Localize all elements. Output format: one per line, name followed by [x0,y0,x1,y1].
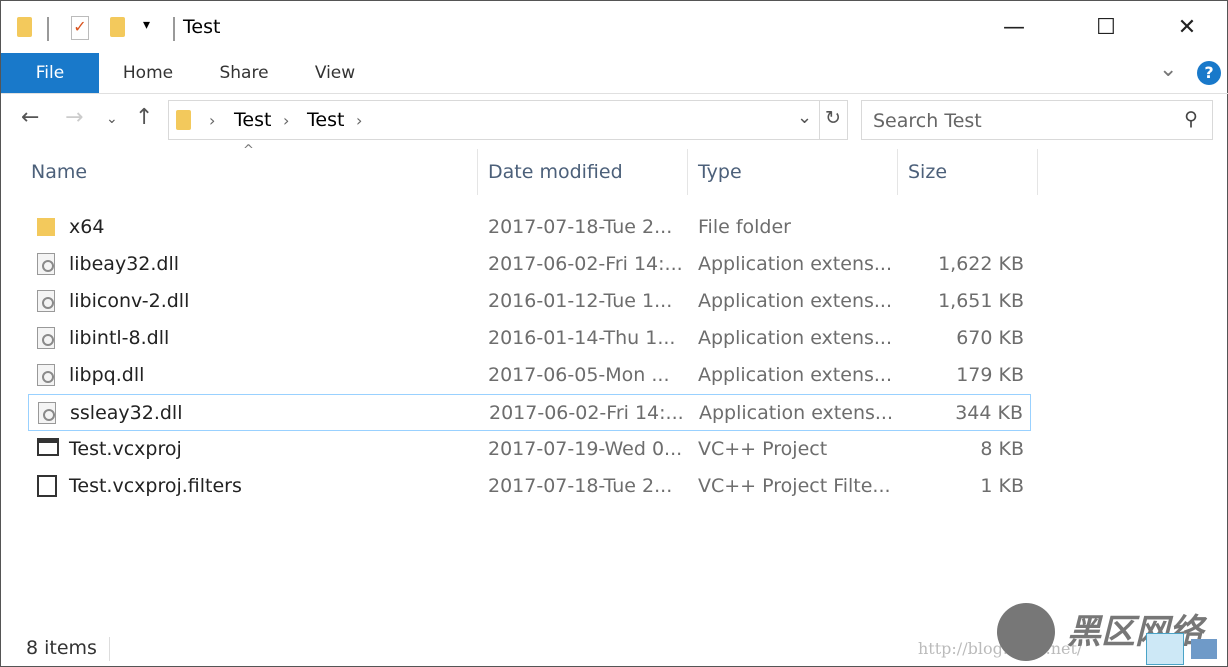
minimize-button[interactable]: — [991,11,1037,45]
file-size: 670 KB [956,327,1024,349]
file-date: 2017-06-02-Fri 14:... [489,402,684,424]
tab-share[interactable]: Share [209,53,279,93]
close-button[interactable]: ✕ [1164,11,1210,45]
file-date: 2017-06-05-Mon ... [488,364,670,386]
customize-toolbar-dropdown[interactable]: ▾ [143,17,150,33]
breadcrumb-chevron[interactable]: › [209,111,215,130]
file-size: 1 KB [980,475,1024,497]
file-type: Application extens... [699,402,893,424]
breadcrumb-chevron[interactable]: › [283,111,289,130]
breadcrumb-test[interactable]: Test [234,109,271,131]
status-item-count: 8 items [26,637,97,659]
file-date: 2017-06-02-Fri 14:... [488,253,683,275]
file-row[interactable]: libpq.dll 2017-06-05-Mon ... Application e… [28,357,1031,394]
details-view-button[interactable] [1146,633,1184,665]
help-icon[interactable]: ? [1197,61,1221,85]
search-icon[interactable]: ⚲ [1184,108,1198,130]
file-date: 2017-07-18-Tue 2... [488,475,673,497]
dll-icon [37,253,55,275]
tab-file[interactable]: File [1,53,99,93]
column-header-date[interactable]: Date modified [488,161,623,183]
file-row[interactable]: ssleay32.dll 2017-06-02-Fri 14:... Applica… [28,394,1031,431]
file-name: Test.vcxproj.filters [69,475,242,497]
file-size: 179 KB [956,364,1024,386]
forward-button[interactable]: → [65,105,83,130]
filters-icon [37,475,57,497]
dll-icon [37,364,55,386]
breadcrumb-chevron[interactable]: › [356,111,362,130]
column-header-type[interactable]: Type [698,161,742,183]
divider [109,637,110,661]
file-size: 344 KB [955,402,1023,424]
column-divider[interactable] [897,149,898,195]
properties-icon[interactable]: ✓ [71,16,89,40]
file-date: 2016-01-14-Thu 1... [488,327,676,349]
file-row[interactable]: Test.vcxproj 2017-07-19-Wed 0... VC++ Proj… [28,431,1031,468]
file-date: 2017-07-19-Wed 0... [488,438,683,460]
refresh-button[interactable]: ↻ [825,107,841,129]
file-type: Application extens... [698,253,892,275]
file-size: 1,651 KB [938,290,1024,312]
file-type: Application extens... [698,327,892,349]
divider [47,17,49,41]
sort-ascending-icon: ^ [243,143,254,158]
file-row[interactable]: x64 2017-07-18-Tue 2... File folder [28,209,1031,246]
up-button[interactable]: ↑ [135,105,153,130]
column-header-name[interactable]: Name [31,161,87,183]
folder-icon [176,110,191,130]
dll-icon [37,327,55,349]
file-date: 2016-01-12-Tue 1... [488,290,673,312]
column-divider[interactable] [1037,149,1038,195]
file-row[interactable]: libiconv-2.dll 2016-01-12-Tue 1... Applica… [28,283,1031,320]
divider [819,100,820,140]
file-row[interactable]: libeay32.dll 2017-06-02-Fri 14:... Applica… [28,246,1031,283]
expand-ribbon-icon[interactable]: ⌄ [1159,57,1177,82]
recent-locations-button[interactable]: ⌄ [106,111,118,127]
file-row[interactable]: libintl-8.dll 2016-01-14-Thu 1... Applicat… [28,320,1031,357]
dll-icon [38,402,56,424]
column-header-size[interactable]: Size [908,161,947,183]
file-type: VC++ Project Filte... [698,475,891,497]
folder-icon [17,17,32,37]
watermark-logo [997,603,1055,661]
file-name: libeay32.dll [69,253,180,275]
file-name: libpq.dll [69,364,145,386]
file-name: libiconv-2.dll [69,290,190,312]
file-type: VC++ Project [698,438,828,460]
breadcrumb-test-2[interactable]: Test [307,109,344,131]
file-name: ssleay32.dll [70,402,183,424]
new-folder-icon[interactable] [110,17,125,37]
file-name: x64 [69,216,105,238]
file-size: 8 KB [980,438,1024,460]
file-date: 2017-07-18-Tue 2... [488,216,673,238]
maximize-button[interactable]: ☐ [1083,11,1129,45]
folder-icon [37,218,55,236]
file-size: 1,622 KB [938,253,1024,275]
file-name: Test.vcxproj [69,438,182,460]
vcxproj-icon [37,438,59,456]
search-input[interactable]: Search Test [861,100,1213,140]
tab-view[interactable]: View [303,53,367,93]
dll-icon [37,290,55,312]
back-button[interactable]: ← [21,105,39,130]
window-title: Test [183,16,221,38]
divider [173,17,175,41]
file-name: libintl-8.dll [69,327,170,349]
address-dropdown[interactable]: ⌄ [797,107,812,128]
file-row[interactable]: Test.vcxproj.filters 2017-07-18-Tue 2... V… [28,468,1031,505]
ribbon-divider [1,93,1228,94]
column-divider[interactable] [477,149,478,195]
file-type: File folder [698,216,791,238]
column-divider[interactable] [687,149,688,195]
file-type: Application extens... [698,364,892,386]
large-icons-view-button[interactable] [1191,639,1217,659]
file-type: Application extens... [698,290,892,312]
tab-home[interactable]: Home [113,53,183,93]
